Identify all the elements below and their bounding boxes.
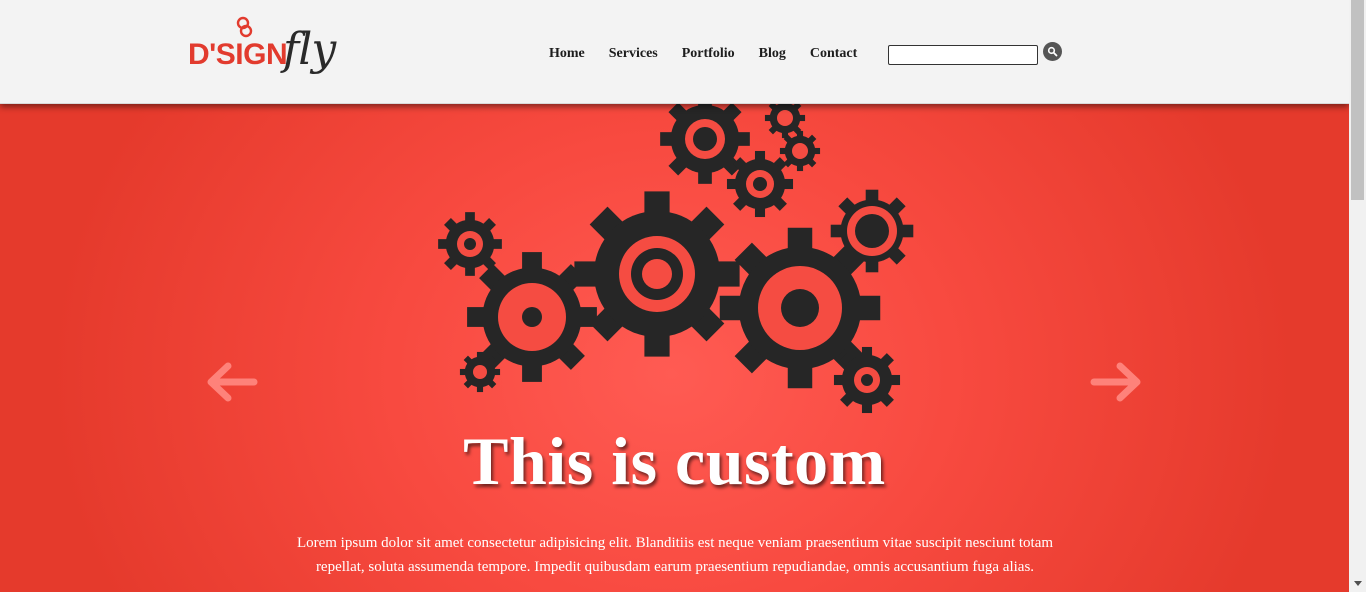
logo[interactable]: D'SIGN fly (188, 16, 358, 88)
search-button[interactable] (1043, 42, 1062, 61)
next-slide-button[interactable] (1090, 359, 1146, 405)
arrow-left-icon (207, 362, 258, 402)
logo-script-text: fly (283, 24, 336, 75)
scroll-thumb[interactable] (1351, 0, 1364, 200)
nav-contact[interactable]: Contact (810, 44, 857, 64)
nav-services[interactable]: Services (609, 44, 658, 64)
logo-rings-icon (236, 16, 253, 38)
arrow-right-icon (1090, 362, 1141, 402)
scroll-down-button[interactable] (1349, 575, 1366, 592)
site-header: D'SIGN fly Home Services Portfolio Blog … (0, 0, 1349, 104)
nav-blog[interactable]: Blog (759, 44, 786, 64)
hero-slider: This is custom Lorem ipsum dolor sit ame… (0, 104, 1349, 592)
main-nav: Home Services Portfolio Blog Contact (549, 44, 881, 64)
hero-title: This is custom (463, 423, 886, 499)
nav-home[interactable]: Home (549, 44, 585, 64)
hero-description: Lorem ipsum dolor sit amet consectetur a… (296, 535, 1054, 575)
search-icon (1047, 46, 1058, 57)
gears-icon (438, 104, 914, 414)
nav-portfolio[interactable]: Portfolio (682, 44, 735, 64)
logo-main-text: D'SIGN (188, 38, 288, 71)
search-input[interactable] (888, 45, 1038, 65)
prev-slide-button[interactable] (202, 359, 258, 405)
page-scrollbar[interactable] (1349, 0, 1366, 592)
chevron-down-icon (1353, 581, 1362, 586)
